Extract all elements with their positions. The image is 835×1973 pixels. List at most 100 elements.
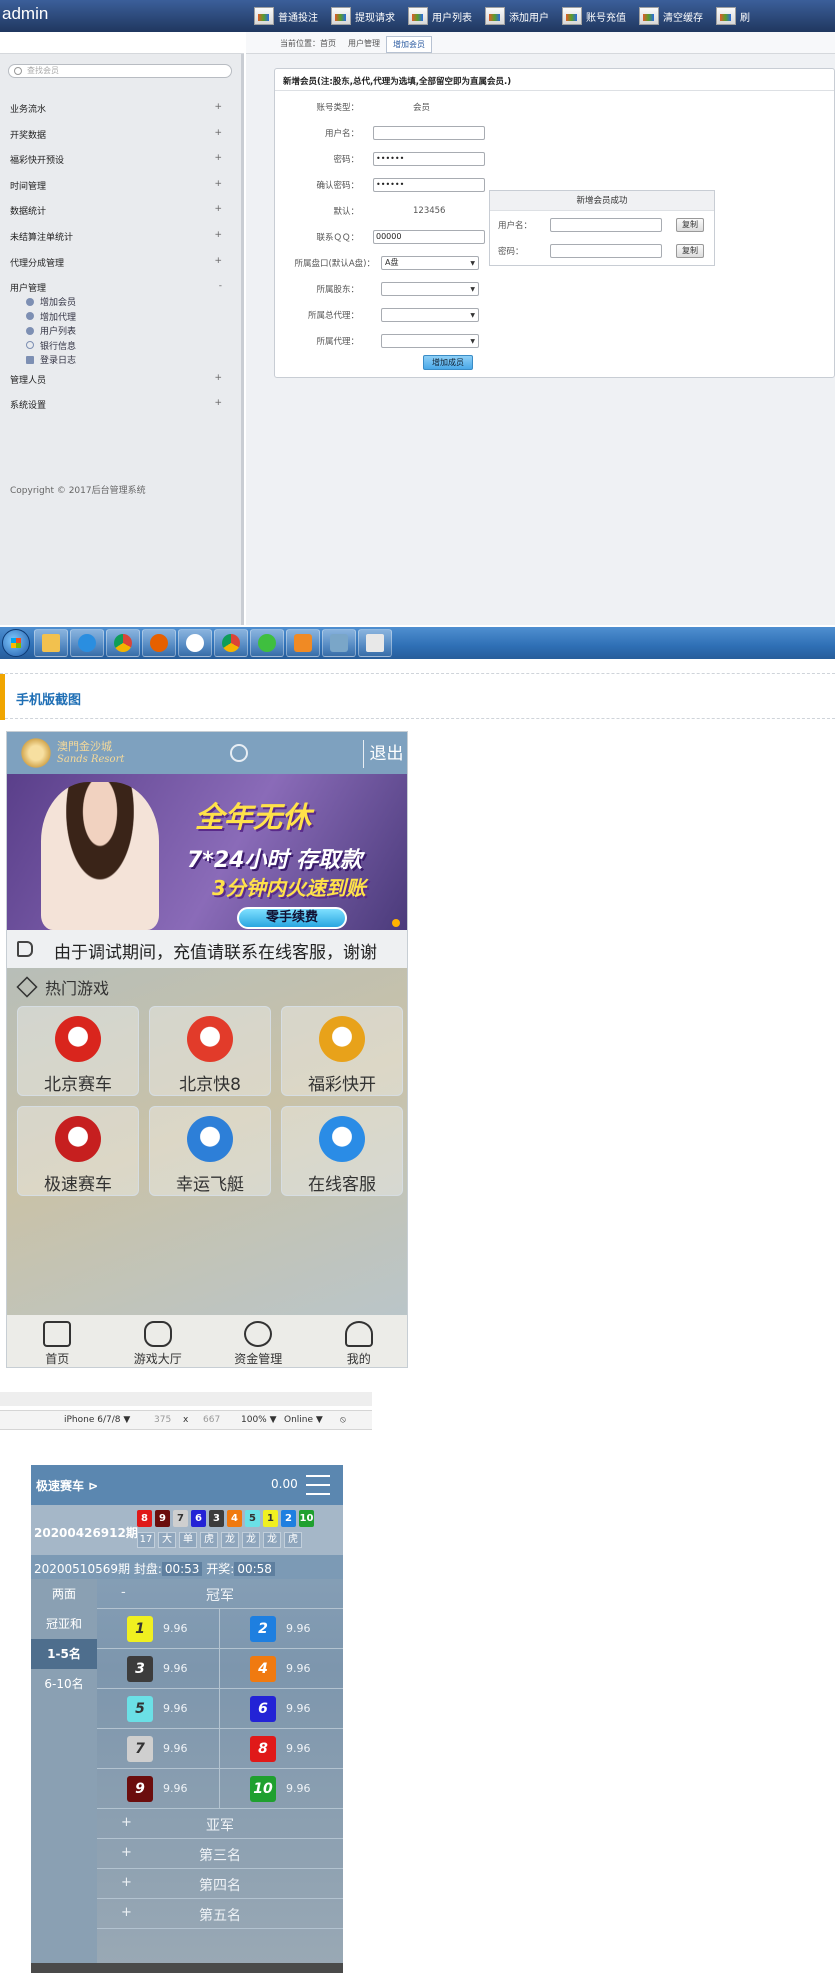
current-issue: 20200510569期 bbox=[34, 1562, 130, 1576]
game-title[interactable]: 极速赛车 ⊳ bbox=[36, 1477, 98, 1494]
expand-icon: + bbox=[214, 102, 222, 112]
game-name: 北京快8 bbox=[179, 1075, 241, 1095]
plate-select[interactable]: A盘 bbox=[381, 256, 479, 270]
taskbar-firefox[interactable] bbox=[142, 629, 176, 657]
taskbar-app[interactable] bbox=[178, 629, 212, 657]
zoom-select[interactable]: 100% ▼ bbox=[241, 1415, 277, 1425]
expand-icon: + bbox=[214, 127, 222, 138]
taskbar-explorer[interactable] bbox=[34, 629, 68, 657]
row-general-agent: 所属总代理： bbox=[275, 306, 515, 324]
taskbar-settings[interactable] bbox=[322, 629, 356, 657]
copy-username-button[interactable]: 复制 bbox=[676, 218, 704, 232]
devtools-gap bbox=[0, 1392, 372, 1406]
sidebar-item-admins[interactable]: 管理人员 + bbox=[10, 373, 230, 399]
sidebar-item-time-management[interactable]: 时间管理 + bbox=[10, 179, 230, 205]
sidebar-item-user-management[interactable]: 用户管理 - bbox=[10, 281, 230, 307]
taskbar-chrome[interactable] bbox=[106, 629, 140, 657]
success-password-field[interactable] bbox=[550, 244, 662, 258]
side-tab-6-10[interactable]: 6-10名 bbox=[31, 1669, 97, 1699]
odds-cell[interactable]: 1 9.96 bbox=[97, 1609, 220, 1649]
side-tab-sum[interactable]: 冠亚和 bbox=[31, 1609, 97, 1639]
topnav-user-list[interactable]: 用户列表 bbox=[404, 0, 481, 32]
section-row[interactable]: + 第五名 bbox=[97, 1899, 343, 1929]
topnav-add-user[interactable]: 添加用户 bbox=[481, 0, 558, 32]
username-field[interactable] bbox=[373, 126, 485, 140]
sidebar-item-business-flow[interactable]: 业务流水 + bbox=[10, 102, 230, 128]
sidebar-item-agent-share[interactable]: 代理分成管理 + bbox=[10, 256, 230, 282]
odds-cell[interactable]: 2 9.96 bbox=[220, 1609, 343, 1649]
game-card-bj-kuai8[interactable]: 北京快8 bbox=[149, 1006, 271, 1096]
device-height[interactable]: 667 bbox=[203, 1415, 220, 1425]
device-select[interactable]: iPhone 6/7/8 ▼ bbox=[64, 1415, 130, 1425]
sidebar-item-preset[interactable]: 福彩快开预设 + bbox=[10, 153, 230, 179]
odds-cell[interactable]: 8 9.96 bbox=[220, 1729, 343, 1769]
odds-cell[interactable]: 9 9.96 bbox=[97, 1769, 220, 1809]
odds-cell[interactable]: 10 9.96 bbox=[220, 1769, 343, 1809]
row-plate: 所属盘口(默认A盘)： A盘 bbox=[275, 254, 515, 272]
rotate-icon[interactable]: ⦸ bbox=[340, 1415, 346, 1425]
carousel-dot[interactable] bbox=[392, 919, 400, 927]
odds-cell[interactable]: 7 9.96 bbox=[97, 1729, 220, 1769]
submenu-login-log[interactable]: 登录日志 bbox=[26, 352, 230, 366]
game-card-lucky-boat[interactable]: 幸运飞艇 bbox=[149, 1106, 271, 1196]
tab-game-hall[interactable]: 游戏大厅 bbox=[108, 1315, 209, 1367]
game-card-welfare-fast[interactable]: 福彩快开 bbox=[281, 1006, 403, 1096]
user-icon[interactable] bbox=[230, 744, 248, 762]
game-card-customer-service[interactable]: 在线客服 bbox=[281, 1106, 403, 1196]
topnav-refresh[interactable]: 刷 bbox=[712, 0, 759, 32]
password-field[interactable]: •••••• bbox=[373, 152, 485, 166]
promo-banner[interactable]: 全年无休 7*24小时 存取款 3分钟内火速到账 零手续费 bbox=[7, 774, 407, 930]
shareholder-select[interactable] bbox=[381, 282, 479, 296]
tab-me[interactable]: 我的 bbox=[309, 1315, 408, 1367]
topnav-clear-cache[interactable]: 清空缓存 bbox=[635, 0, 712, 32]
submenu-user-list[interactable]: 用户列表 bbox=[26, 324, 230, 338]
hamburger-menu-icon[interactable] bbox=[306, 1475, 330, 1495]
tab-funds[interactable]: 资金管理 bbox=[208, 1315, 309, 1367]
breadcrumb-current[interactable]: 增加会员 bbox=[386, 36, 432, 53]
sidebar-item-system-settings[interactable]: 系统设置 + bbox=[10, 398, 230, 424]
odds-cell[interactable]: 6 9.96 bbox=[220, 1689, 343, 1729]
section-row[interactable]: + 亚军 bbox=[97, 1809, 343, 1839]
topnav-account-recharge[interactable]: 账号充值 bbox=[558, 0, 635, 32]
taskbar-player[interactable] bbox=[250, 629, 284, 657]
sidebar-item-lottery-data[interactable]: 开奖数据 + bbox=[10, 128, 230, 154]
tab-home[interactable]: 首页 bbox=[7, 1315, 108, 1367]
game-card-speed-racing[interactable]: 极速赛车 bbox=[17, 1106, 139, 1196]
topnav-normal-bet[interactable]: 普通投注 bbox=[250, 0, 327, 32]
admin-header: admin 普通投注 提现请求 用户列表 添加用户 账号充值 清空缓存 刷 bbox=[0, 0, 835, 32]
taskbar-chart-app[interactable] bbox=[358, 629, 392, 657]
odds-cell[interactable]: 4 9.96 bbox=[220, 1649, 343, 1689]
topnav-withdraw-requests[interactable]: 提现请求 bbox=[327, 0, 404, 32]
start-button[interactable] bbox=[2, 629, 30, 657]
section-row[interactable]: + 第三名 bbox=[97, 1839, 343, 1869]
breadcrumb-user-management[interactable]: 用户管理 bbox=[342, 36, 386, 53]
sidebar-item-unsettled[interactable]: 未结算注单统计 + bbox=[10, 230, 230, 256]
taskbar-home-app[interactable] bbox=[286, 629, 320, 657]
section-row[interactable]: + 第四名 bbox=[97, 1869, 343, 1899]
side-tab-1-5[interactable]: 1-5名 bbox=[31, 1639, 97, 1669]
game-card-bj-racing[interactable]: 北京赛车 bbox=[17, 1006, 139, 1096]
copy-password-button[interactable]: 复制 bbox=[676, 244, 704, 258]
submenu-add-agent[interactable]: 增加代理 bbox=[26, 309, 230, 323]
confirm-password-field[interactable]: •••••• bbox=[373, 178, 485, 192]
odds-cell[interactable]: 3 9.96 bbox=[97, 1649, 220, 1689]
odds-cell[interactable]: 5 9.96 bbox=[97, 1689, 220, 1729]
success-username-field[interactable] bbox=[550, 218, 662, 232]
agent-select[interactable] bbox=[381, 334, 479, 348]
add-member-button[interactable]: 增加成员 bbox=[423, 355, 473, 370]
qq-field[interactable]: 00000 bbox=[373, 230, 485, 244]
taskbar-ie[interactable] bbox=[70, 629, 104, 657]
logout-button[interactable]: 退出 bbox=[363, 740, 407, 768]
play-type-sidebar: 两面 冠亚和 1-5名 6-10名 bbox=[31, 1579, 97, 1973]
section-champion[interactable]: - 冠军 bbox=[97, 1579, 343, 1609]
taskbar-chrome-2[interactable] bbox=[214, 629, 248, 657]
side-tab-two-sides[interactable]: 两面 bbox=[31, 1579, 97, 1609]
submenu-bank-info[interactable]: 银行信息 bbox=[26, 338, 230, 352]
device-width[interactable]: 375 bbox=[154, 1415, 171, 1425]
search-input[interactable]: 查找会员 bbox=[8, 64, 232, 78]
draw-attribute: 龙 bbox=[263, 1532, 281, 1548]
general-agent-select[interactable] bbox=[381, 308, 479, 322]
network-select[interactable]: Online ▼ bbox=[284, 1415, 323, 1425]
breadcrumb-home[interactable]: 当前位置：首页 bbox=[274, 36, 342, 53]
sidebar-item-statistics[interactable]: 数据统计 + bbox=[10, 204, 230, 230]
